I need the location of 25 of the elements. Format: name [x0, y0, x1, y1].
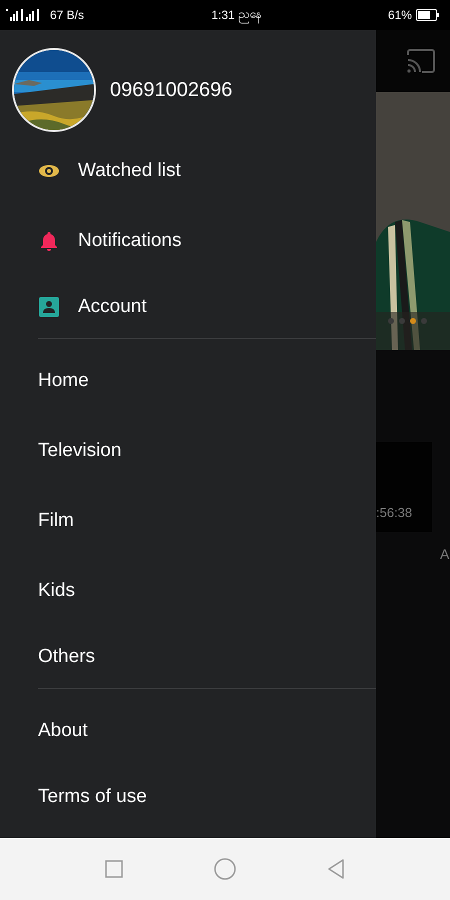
bell-icon: [38, 230, 60, 252]
video-title: A: [440, 546, 450, 562]
menu-item[interactable]: Film: [38, 486, 376, 556]
network-speed: 67 B/s: [50, 8, 84, 22]
time-period: ညနေ: [238, 6, 261, 24]
video-duration: :56:38: [376, 505, 412, 520]
menu-item[interactable]: Account: [0, 276, 376, 338]
recent-apps-icon[interactable]: [105, 860, 124, 878]
account-icon: [38, 296, 60, 318]
menu-item[interactable]: Watched list: [0, 136, 376, 206]
menu-item[interactable]: Home: [38, 346, 376, 416]
menu-item[interactable]: Others: [38, 626, 376, 688]
cast-icon[interactable]: [406, 49, 436, 73]
menu-item[interactable]: Notifications: [0, 206, 376, 276]
clock: 1:31: [211, 8, 235, 22]
menu-item[interactable]: Television: [38, 416, 376, 486]
menu-item[interactable]: Kids: [38, 556, 376, 626]
back-icon[interactable]: [326, 859, 345, 879]
phone-number: 09691002696: [110, 78, 232, 102]
home-icon[interactable]: [214, 858, 236, 880]
video-thumbnail[interactable]: :56:38: [376, 442, 432, 532]
menu-item[interactable]: About: [38, 696, 376, 766]
battery-icon: [416, 9, 440, 21]
menu-item[interactable]: Terms of use: [38, 766, 376, 828]
battery-percent: 61%: [388, 8, 412, 22]
